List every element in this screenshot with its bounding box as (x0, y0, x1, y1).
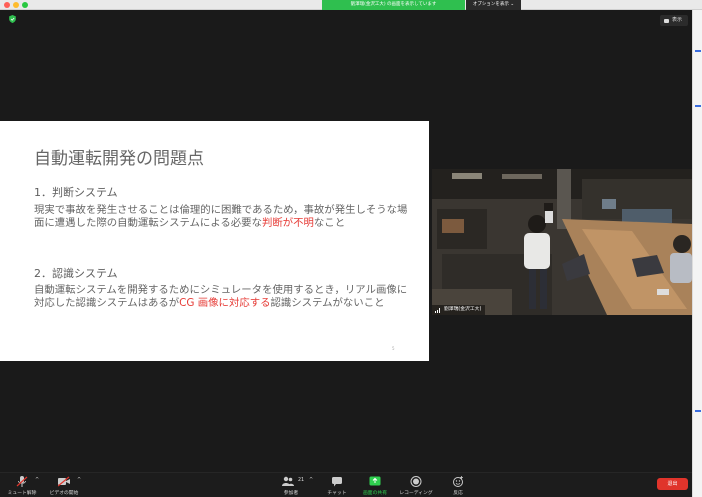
body-text-segment: 現実で事故を発生させることは倫理的に困難であるため，事故が発生しそうな場面に遭遇… (34, 204, 408, 230)
video-feed-image (432, 169, 692, 315)
edge-marker (695, 105, 701, 107)
view-options-button[interactable]: オプションを表示 ⌄ (466, 0, 521, 10)
slide-page-number: 5 (392, 346, 395, 351)
encryption-shield-icon[interactable] (9, 15, 16, 23)
audio-options-chevron-up-icon[interactable]: ^ (35, 477, 39, 483)
video-off-icon (58, 476, 70, 487)
participants-button[interactable]: 21 参加者 (278, 475, 304, 497)
slide-title: 自動運転開発の問題点 (34, 149, 204, 169)
share-screen-label: 画面の共有 (363, 491, 387, 496)
view-mode-label: 表示 (672, 17, 683, 23)
participants-count: 21 (298, 478, 305, 483)
participants-options-chevron-up-icon[interactable]: ^ (309, 477, 313, 483)
reactions-button[interactable]: 反応 (446, 475, 470, 497)
participants-label: 参加者 (283, 491, 299, 496)
title-bar: 劉澤瑞(金沢工大) の画面を表示しています オプションを表示 ⌄ (0, 0, 702, 10)
video-options-chevron-up-icon[interactable]: ^ (77, 477, 81, 483)
chat-label: チャット (327, 491, 347, 496)
leave-meeting-button[interactable]: 退出 (657, 478, 688, 490)
start-video-label: ビデオの開始 (49, 491, 79, 496)
view-mode-button[interactable]: 表示 (660, 15, 688, 26)
section-heading-judgment: 1．判断システム (34, 186, 118, 199)
maximize-window-button[interactable] (22, 2, 28, 8)
edge-marker (695, 50, 701, 52)
share-screen-button[interactable]: 画面の共有 (359, 475, 391, 497)
highlighted-text: 判断が不明 (261, 217, 314, 230)
right-panel-edge (692, 10, 702, 497)
participant-name: 劉澤瑞(金沢工大) (444, 307, 482, 312)
chat-button[interactable]: チャット (324, 475, 350, 497)
record-button[interactable]: レコーディング (396, 475, 436, 497)
section-text-recognition: 自動運転システムを開発するためにシミュレータを使用するとき，リアル画像に対応した… (34, 284, 414, 311)
participant-video-tile[interactable]: 劉澤瑞(金沢工大) (432, 169, 692, 315)
unmute-label: ミュート解除 (7, 491, 37, 496)
video-camera-icon (664, 18, 669, 23)
close-window-button[interactable] (4, 2, 10, 8)
edge-marker (695, 410, 701, 412)
body-text-segment: なこと (313, 217, 346, 230)
section-text-judgment: 現実で事故を発生させることは倫理的に困難であるため，事故が発生しそうな場面に遭遇… (34, 204, 414, 231)
record-icon (410, 476, 422, 487)
screen-share-banner: 劉澤瑞(金沢工大) の画面を表示しています (322, 0, 465, 10)
minimize-window-button[interactable] (13, 2, 19, 8)
section-heading-recognition: 2．認識システム (34, 267, 118, 280)
microphone-muted-icon (16, 476, 28, 487)
reactions-label: 反応 (453, 491, 463, 496)
participants-icon (282, 476, 295, 486)
record-label: レコーディング (399, 491, 433, 496)
chat-bubble-icon (332, 477, 342, 487)
emoji-reaction-icon (453, 476, 463, 487)
participant-name-label: 劉澤瑞(金沢工大) (432, 305, 486, 315)
zoom-window: 劉澤瑞(金沢工大) の画面を表示しています オプションを表示 ⌄ 表示 自動運転… (0, 0, 702, 497)
shared-slide: 自動運転開発の問題点 1．判断システム 現実で事故を発生させることは倫理的に困難… (0, 121, 429, 361)
meeting-toolbar: ミュート解除 ^ ビデオの開始 ^ 21 参加者 ^ チャット 画面の共有 レコ… (0, 472, 692, 497)
share-screen-icon (369, 476, 381, 486)
signal-strength-icon (435, 308, 440, 313)
highlighted-text: CG 画像に対応する (179, 297, 271, 310)
body-text-segment: 認識システムがないこと (270, 297, 385, 310)
